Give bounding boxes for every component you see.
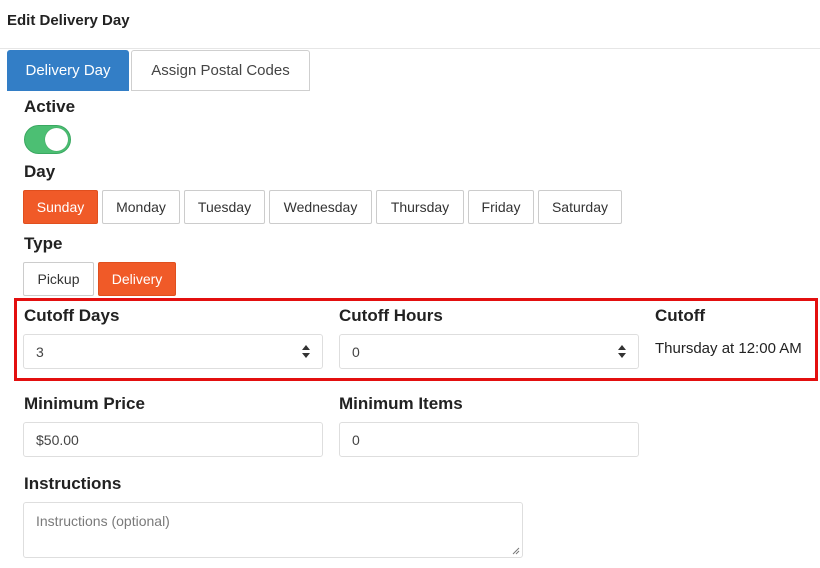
day-button-sunday[interactable]: Sunday xyxy=(23,190,98,224)
day-label: Day xyxy=(24,162,56,181)
day-button-thursday[interactable]: Thursday xyxy=(376,190,464,224)
header-divider xyxy=(0,48,820,49)
cutoff-label: Cutoff xyxy=(655,306,706,325)
day-button-monday[interactable]: Monday xyxy=(102,190,180,224)
tab-bar: Delivery Day Assign Postal Codes xyxy=(7,50,310,91)
active-label: Active xyxy=(24,97,76,116)
minimum-items-label: Minimum Items xyxy=(339,394,463,413)
minimum-price-input[interactable]: $50.00 xyxy=(23,422,323,457)
day-button-wednesday[interactable]: Wednesday xyxy=(269,190,372,224)
day-button-friday[interactable]: Friday xyxy=(468,190,534,224)
day-button-saturday[interactable]: Saturday xyxy=(538,190,622,224)
type-button-delivery[interactable]: Delivery xyxy=(98,262,176,296)
type-button-group: Pickup Delivery xyxy=(23,262,180,296)
instructions-label: Instructions xyxy=(24,474,122,493)
instructions-placeholder: Instructions (optional) xyxy=(36,513,170,529)
minimum-price-value: $50.00 xyxy=(36,431,79,448)
tab-assign-postal-codes[interactable]: Assign Postal Codes xyxy=(131,50,310,91)
tab-delivery-day[interactable]: Delivery Day xyxy=(7,50,129,91)
day-button-tuesday[interactable]: Tuesday xyxy=(184,190,265,224)
cutoff-days-value: 3 xyxy=(36,343,44,360)
cutoff-days-select[interactable]: 3 xyxy=(23,334,323,369)
cutoff-days-label: Cutoff Days xyxy=(24,306,120,325)
select-caret-icon xyxy=(618,345,627,359)
type-label: Type xyxy=(24,234,63,253)
resize-handle-icon[interactable] xyxy=(512,547,520,555)
cutoff-hours-value: 0 xyxy=(352,343,360,360)
cutoff-value: Thursday at 12:00 AM xyxy=(655,340,802,357)
toggle-knob xyxy=(45,128,68,151)
minimum-price-label: Minimum Price xyxy=(24,394,145,413)
minimum-items-value: 0 xyxy=(352,431,360,448)
cutoff-hours-select[interactable]: 0 xyxy=(339,334,639,369)
type-button-pickup[interactable]: Pickup xyxy=(23,262,94,296)
instructions-textarea[interactable]: Instructions (optional) xyxy=(23,502,523,558)
active-toggle[interactable] xyxy=(24,125,71,154)
day-button-group: Sunday Monday Tuesday Wednesday Thursday… xyxy=(23,190,626,224)
cutoff-hours-label: Cutoff Hours xyxy=(339,306,443,325)
page-title: Edit Delivery Day xyxy=(7,12,130,29)
minimum-items-input[interactable]: 0 xyxy=(339,422,639,457)
select-caret-icon xyxy=(302,345,311,359)
